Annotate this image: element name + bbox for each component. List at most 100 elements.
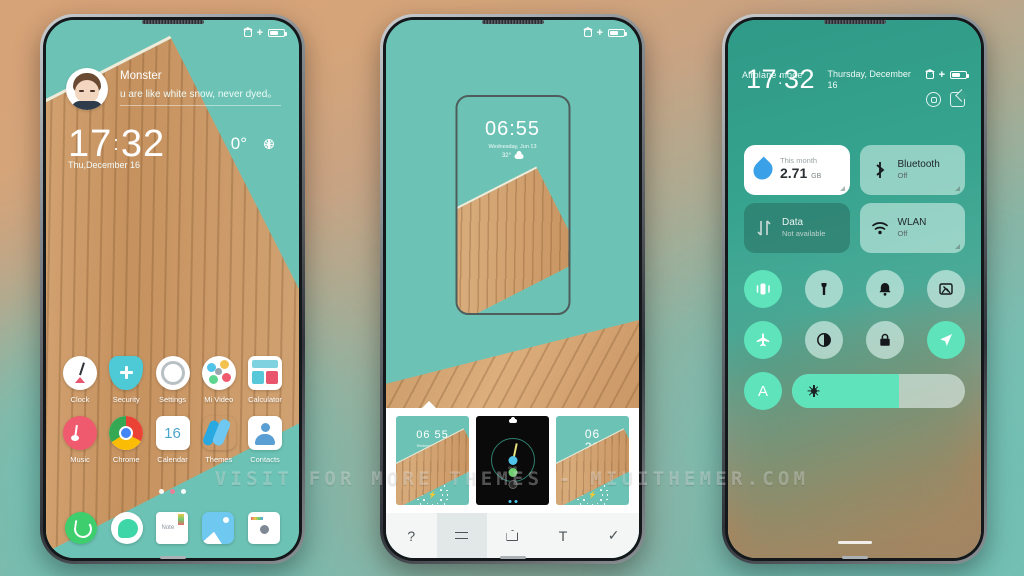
auto-brightness-toggle[interactable]: A: [744, 372, 782, 410]
clock-separator: :: [113, 133, 120, 155]
bolt-icon: ⚡: [428, 492, 437, 499]
mi-video-icon: [201, 356, 236, 390]
lockscreen-thumb-2[interactable]: 06:55: [476, 416, 549, 505]
app-mi-video[interactable]: Mi Video: [197, 356, 241, 404]
toggle-row-1: [744, 270, 965, 308]
drag-handle[interactable]: [837, 541, 872, 544]
data-arrows-icon: [754, 218, 774, 238]
lockscreen-preview-card[interactable]: 06:55 Wednesday, Jun 13 32° ⚡: [455, 95, 570, 315]
app-music[interactable]: Music: [58, 416, 102, 464]
swap-button[interactable]: [436, 513, 488, 558]
app-contacts[interactable]: Contacts: [243, 416, 287, 464]
calendar-icon: 16: [155, 416, 190, 450]
app-label: Clock: [70, 395, 90, 404]
home-icon: [506, 530, 519, 541]
flashlight-toggle[interactable]: [805, 270, 843, 308]
app-label: Security: [112, 395, 140, 404]
messages-icon[interactable]: [110, 512, 143, 544]
apply-button[interactable]: ✓: [588, 513, 639, 558]
dark-mode-toggle[interactable]: [805, 321, 843, 359]
app-label: Contacts: [250, 455, 280, 464]
app-label: Music: [70, 455, 90, 464]
app-calendar[interactable]: 16 Calendar: [151, 416, 195, 464]
settings-gear-icon[interactable]: [926, 92, 941, 107]
preview-date: Wednesday, Jun 13: [488, 144, 537, 150]
earpiece-speaker: [823, 20, 886, 24]
mobile-data-state: Not available: [782, 229, 826, 238]
water-drop-icon: [749, 156, 777, 184]
notes-icon[interactable]: Note: [156, 512, 189, 544]
location-toggle[interactable]: [927, 321, 965, 359]
phone-home-screen: + Monster u are like white snow, never d…: [40, 14, 305, 564]
battery-icon: [268, 28, 287, 38]
app-clock[interactable]: Clock: [58, 356, 102, 404]
preview-wood-graphic: [457, 166, 568, 313]
thumb-page-dots: [508, 500, 517, 503]
page-dot[interactable]: [181, 489, 186, 494]
camera-icon[interactable]: [248, 512, 281, 544]
mobile-data-tile[interactable]: Data Not available: [744, 203, 850, 253]
app-label: Themes: [205, 455, 233, 464]
app-label: Chrome: [112, 455, 140, 464]
page-dot[interactable]: [159, 489, 164, 494]
navigation-handle: [159, 556, 186, 559]
ringtone-toggle[interactable]: [866, 270, 904, 308]
avatar[interactable]: [66, 68, 108, 110]
earpiece-speaker: [141, 20, 204, 24]
weather-widget[interactable]: 0°: [231, 134, 279, 154]
screenshot-toggle[interactable]: [927, 270, 965, 308]
lockscreen-thumb-3[interactable]: 06 28 Wednesday ⚡: [556, 416, 629, 505]
edit-icon[interactable]: [950, 92, 965, 107]
dock-dot-blue: [508, 456, 517, 465]
dock-dot-dark: [508, 480, 517, 489]
plus-icon: +: [938, 68, 945, 81]
clock-widget[interactable]: 17:32 0°: [68, 125, 279, 163]
brightness-row: A: [744, 372, 965, 410]
quick-toggles: A: [744, 270, 965, 410]
airplane-mode-label: Airplane mode: [742, 70, 803, 80]
user-widget[interactable]: Monster u are like white snow, never dye…: [66, 68, 281, 110]
dock-dot-green: [508, 468, 517, 477]
plus-icon: +: [256, 26, 263, 39]
app-settings[interactable]: Settings: [151, 356, 195, 404]
app-themes[interactable]: Themes: [197, 416, 241, 464]
bluetooth-tile[interactable]: Bluetooth Off: [859, 145, 965, 195]
page-dot-active[interactable]: [170, 489, 175, 494]
airplane-toggle[interactable]: [744, 321, 782, 359]
app-label: Mi Video: [204, 395, 234, 404]
gallery-icon[interactable]: [202, 512, 235, 544]
preview-temperature: 32°: [501, 153, 512, 159]
security-shield-icon: [109, 356, 144, 390]
lockscreen-thumb-1[interactable]: 06 55 Wednesday, Jun 13 32° ⚡: [396, 416, 469, 505]
lock-toggle[interactable]: [866, 321, 904, 359]
app-label: Calendar: [157, 455, 188, 464]
brightness-slider[interactable]: [792, 374, 965, 408]
editor-toolbar: ? T ✓: [386, 513, 639, 558]
cloud-icon: [508, 417, 517, 423]
vibrate-toggle[interactable]: [744, 270, 782, 308]
help-button[interactable]: ?: [386, 513, 437, 558]
app-calculator[interactable]: Calculator: [243, 356, 287, 404]
toggle-row-2: [744, 321, 965, 359]
wood-wallpaper-graphic: [46, 35, 299, 558]
cloud-icon: [514, 151, 524, 159]
page-indicator[interactable]: [46, 489, 299, 494]
phone-dial-icon[interactable]: [64, 512, 97, 544]
big-tiles-row-1: This month 2.71 GB Bluetooth Off: [744, 145, 965, 195]
bluetooth-state: Off: [897, 171, 908, 180]
text-button[interactable]: T: [538, 513, 589, 558]
preview-minutes: 55: [515, 118, 541, 140]
app-label: Settings: [158, 395, 187, 404]
app-chrome[interactable]: Chrome: [104, 416, 148, 464]
data-usage-tile[interactable]: This month 2.71 GB: [744, 145, 850, 195]
bolt-icon: ⚡: [588, 492, 597, 499]
app-security[interactable]: Security: [104, 356, 148, 404]
wlan-tile[interactable]: WLAN Off: [859, 203, 965, 253]
earpiece-speaker: [481, 20, 544, 24]
home-button[interactable]: [487, 513, 538, 558]
calendar-day: 16: [164, 424, 181, 442]
clock-minutes: 32: [120, 123, 166, 165]
app-row-1: Clock Security Settings Mi Video Calcula…: [58, 356, 287, 404]
settings-gear-icon: [155, 356, 190, 390]
clock-date: Thu,December 16: [68, 160, 141, 170]
